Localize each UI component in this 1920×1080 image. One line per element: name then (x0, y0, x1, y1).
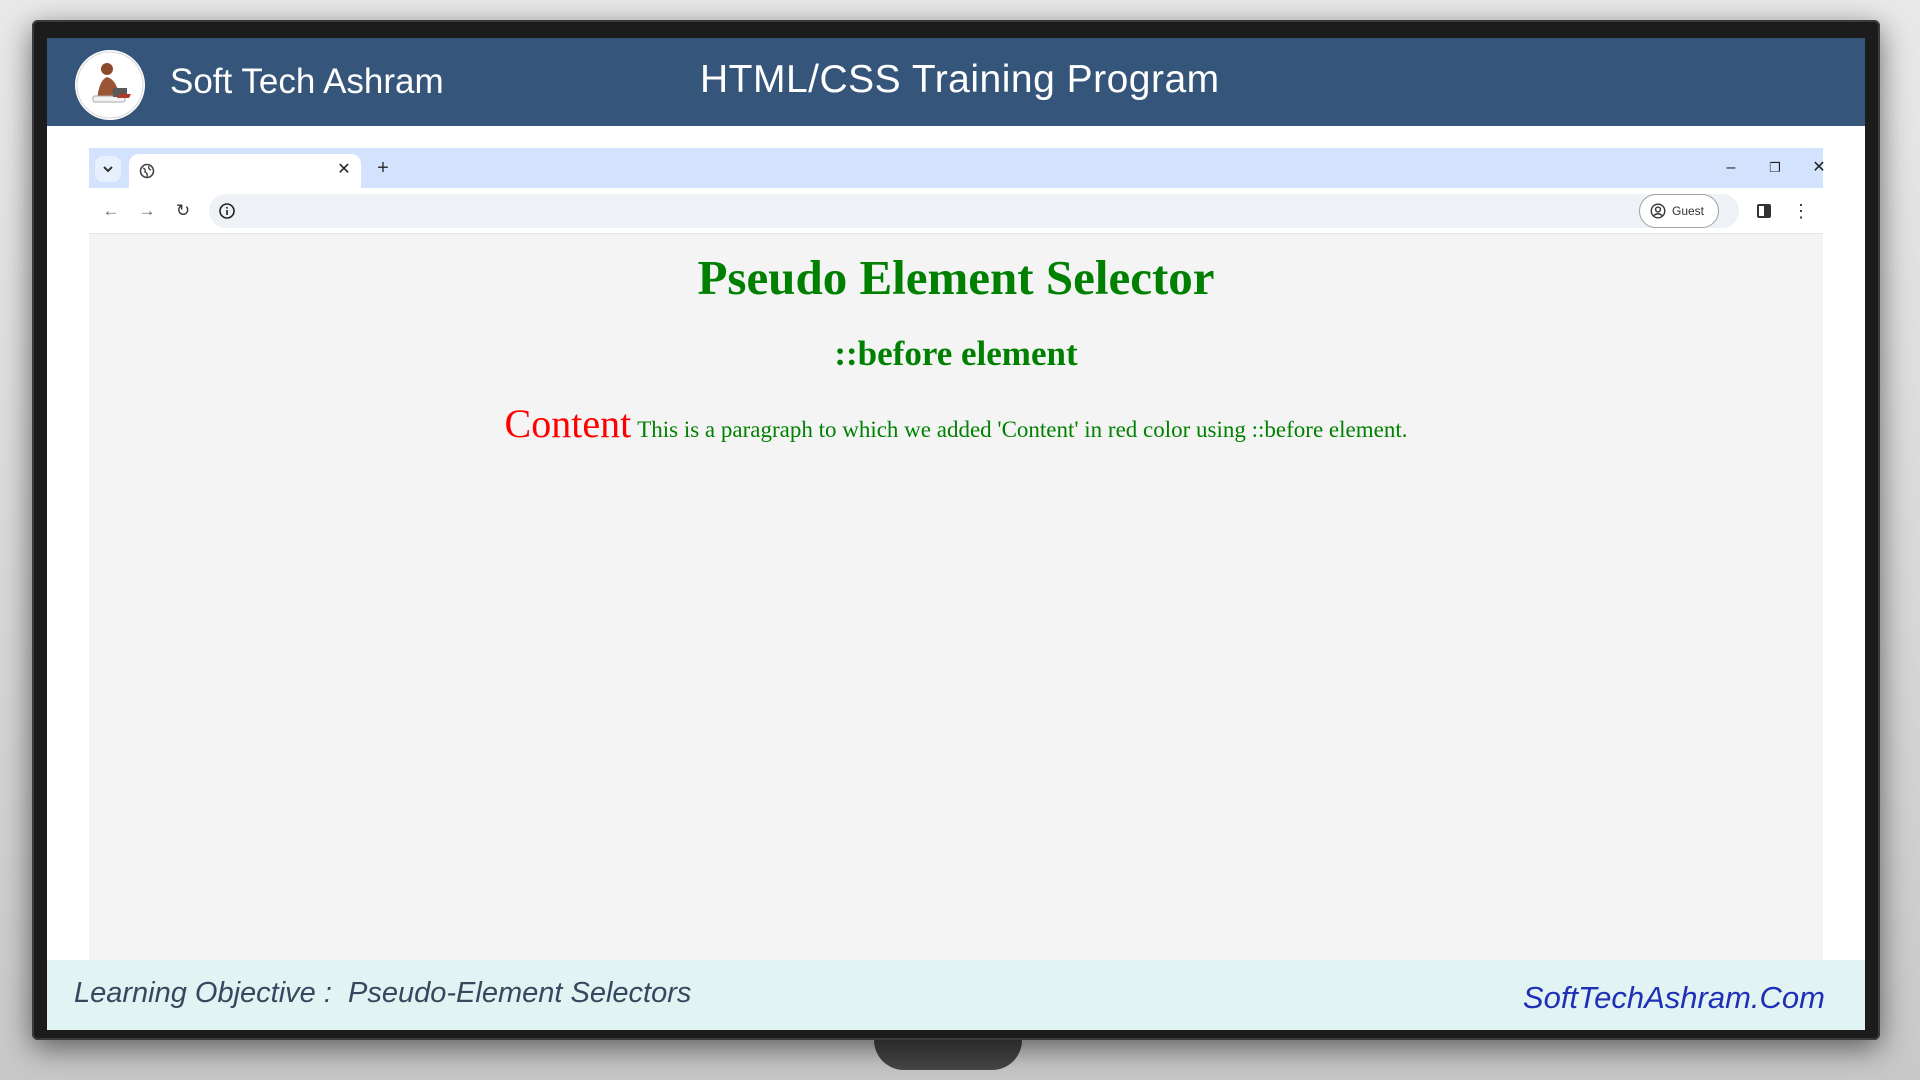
globe-icon (139, 163, 155, 179)
monitor-stand (874, 1040, 1022, 1070)
profile-icon (1650, 203, 1666, 219)
page-content: Pseudo Element Selector ::before element… (89, 235, 1823, 960)
tab-strip: ✕ + – ❐ ✕ (89, 148, 1826, 188)
site-link[interactable]: SoftTechAshram.Com (1523, 980, 1825, 1016)
site-info-icon[interactable] (218, 202, 236, 220)
brand-logo (75, 50, 145, 120)
back-button[interactable]: ← (99, 199, 123, 223)
program-title: HTML/CSS Training Program (700, 58, 1220, 101)
paragraph: Content This is a paragraph to which we a… (89, 400, 1823, 447)
brand-name: Soft Tech Ashram (170, 62, 444, 101)
profile-button[interactable]: Guest (1639, 194, 1719, 228)
page-heading: Pseudo Element Selector (697, 250, 1215, 305)
restore-button[interactable]: ❐ (1763, 156, 1787, 180)
browser-tab[interactable]: ✕ (129, 154, 361, 188)
page-subheading: ::before element (834, 334, 1078, 373)
browser-window: ✕ + – ❐ ✕ ← → ↻ Guest ⋮ Pseudo Element S… (89, 148, 1826, 960)
new-tab-button[interactable]: + (371, 156, 395, 180)
before-content: Content (504, 401, 632, 446)
minimize-button[interactable]: – (1719, 156, 1743, 180)
tab-search-button[interactable] (95, 156, 121, 182)
screen: Soft Tech Ashram HTML/CSS Training Progr… (47, 38, 1865, 1030)
forward-button[interactable]: → (135, 199, 159, 223)
learning-objective: Learning Objective : Pseudo-Element Sele… (74, 977, 692, 1009)
browser-menu-button[interactable]: ⋮ (1789, 199, 1813, 223)
profile-label: Guest (1672, 204, 1705, 218)
browser-toolbar: ← → ↻ Guest ⋮ (89, 188, 1823, 234)
window-close-button[interactable]: ✕ (1807, 156, 1831, 180)
footer-bar: Learning Objective : Pseudo-Element Sele… (47, 960, 1865, 1030)
chevron-down-icon (103, 166, 113, 173)
address-bar[interactable] (209, 194, 1739, 228)
tab-close-button[interactable]: ✕ (334, 160, 354, 180)
paragraph-text: This is a paragraph to which we added 'C… (637, 417, 1408, 442)
reload-button[interactable]: ↻ (171, 199, 195, 223)
side-panel-icon[interactable] (1757, 204, 1771, 218)
title-banner: Soft Tech Ashram HTML/CSS Training Progr… (47, 38, 1865, 126)
